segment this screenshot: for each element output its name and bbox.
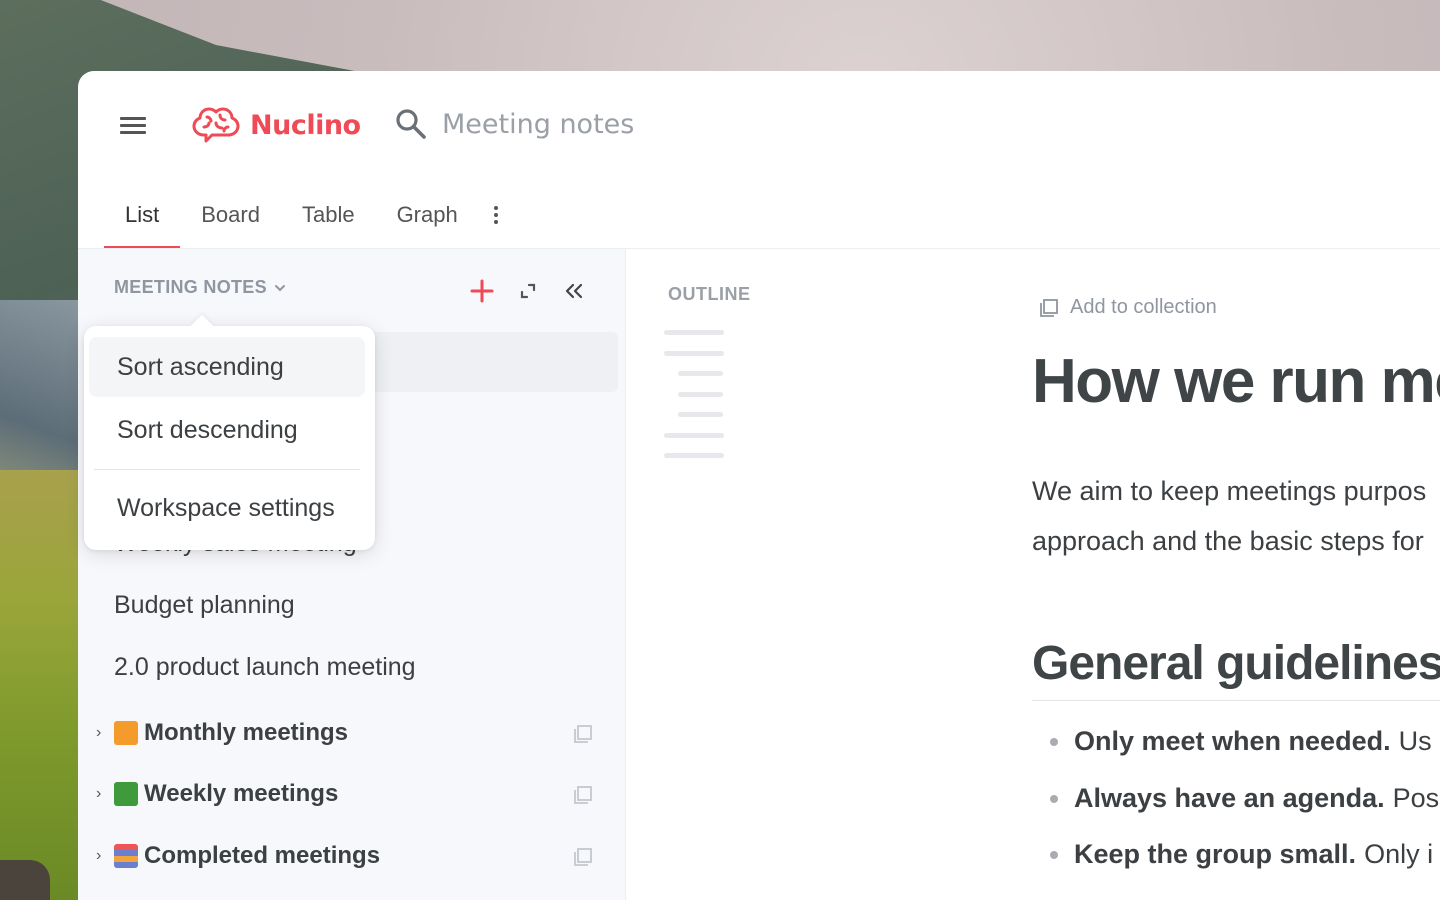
outline-line[interactable]: [678, 371, 723, 376]
sidebar-title-dropdown[interactable]: MEETING NOTES: [114, 277, 287, 298]
bullet-bold: Always have an agenda.: [1074, 783, 1385, 813]
collection-item[interactable]: › Monthly meetings: [96, 713, 606, 753]
orange-book-icon: [114, 721, 138, 745]
section-heading[interactable]: General guidelines: [1032, 636, 1440, 691]
collection-label: Weekly meetings: [144, 780, 339, 807]
plus-icon: [470, 279, 494, 303]
brain-icon: [192, 107, 240, 143]
logo-text: Nuclino: [250, 109, 361, 141]
chevron-right-icon[interactable]: ›: [96, 785, 112, 803]
outline-line[interactable]: [664, 453, 724, 458]
view-tabs: List Board Table Graph: [104, 181, 511, 249]
collection-label: Completed meetings: [144, 842, 381, 869]
list-item[interactable]: Budget planning: [114, 591, 295, 620]
add-to-collection-label: Add to collection: [1070, 296, 1217, 318]
outline-line[interactable]: [678, 412, 723, 417]
document: Add to collection How we run me We aim t…: [1032, 296, 1440, 869]
outline-line[interactable]: [664, 330, 724, 335]
expand-icon: [520, 283, 536, 299]
tab-graph[interactable]: Graph: [376, 181, 479, 249]
search-input[interactable]: [442, 108, 842, 140]
outline-lines: [664, 330, 724, 474]
outline-panel: OUTLINE: [664, 284, 751, 458]
chevron-right-icon[interactable]: ›: [96, 847, 112, 865]
bullet-text: Pos: [1392, 783, 1440, 813]
add-item-button[interactable]: [466, 275, 498, 307]
collection-label: Monthly meetings: [144, 719, 349, 746]
menu-item-sort-descending[interactable]: Sort descending: [89, 400, 365, 460]
tab-table[interactable]: Table: [281, 181, 376, 249]
bullet-bold: Keep the group small.: [1074, 839, 1357, 869]
list-item[interactable]: 2.0 product launch meeting: [114, 653, 416, 682]
sidebar-title: MEETING NOTES: [114, 277, 267, 297]
document-title[interactable]: How we run me: [1032, 346, 1440, 417]
bullet-item[interactable]: Only meet when needed. Us: [1050, 726, 1432, 757]
menu-divider: [94, 469, 360, 470]
collection-icon[interactable]: [572, 846, 594, 868]
tab-list[interactable]: List: [104, 181, 181, 249]
logo[interactable]: Nuclino: [190, 105, 361, 145]
bullet-dot: [1050, 737, 1058, 746]
menu-item-sort-ascending[interactable]: Sort ascending: [89, 337, 365, 397]
outline-title: OUTLINE: [668, 284, 751, 304]
intro-line: approach and the basic steps for: [1032, 526, 1424, 556]
more-vertical-icon[interactable]: [481, 181, 511, 249]
outline-line[interactable]: [664, 350, 724, 356]
top-bar: Nuclino: [78, 71, 1440, 181]
collection-icon[interactable]: [572, 784, 594, 806]
rock: [0, 860, 50, 900]
divider: [1032, 700, 1440, 701]
outline-line[interactable]: [678, 391, 723, 397]
green-book-icon: [114, 782, 138, 806]
bullet-item[interactable]: Always have an agenda. Pos: [1050, 783, 1439, 814]
menu-item-workspace-settings[interactable]: Workspace settings: [89, 478, 365, 538]
chevron-down-icon: [274, 284, 285, 291]
outline-line[interactable]: [664, 432, 724, 438]
double-chevron-left-icon: [565, 283, 583, 299]
bullet-item[interactable]: Keep the group small. Only i: [1050, 839, 1433, 870]
collapse-sidebar-button[interactable]: [558, 275, 590, 307]
document-intro[interactable]: We aim to keep meetings purpos approach …: [1032, 466, 1426, 566]
bullet-dot: [1050, 850, 1058, 859]
search-bar: [394, 107, 842, 141]
collection-icon[interactable]: [572, 723, 594, 745]
intro-line: We aim to keep meetings purpos: [1032, 476, 1427, 506]
bullet-bold: Only meet when needed.: [1074, 726, 1391, 756]
expand-button[interactable]: [512, 275, 544, 307]
bullet-text: Only i: [1364, 839, 1434, 869]
collection-item[interactable]: › Weekly meetings: [96, 774, 606, 814]
chevron-right-icon[interactable]: ›: [96, 724, 112, 742]
menu-icon[interactable]: [120, 117, 146, 137]
search-icon: [396, 109, 426, 139]
tab-board[interactable]: Board: [180, 181, 281, 249]
sort-dropdown-menu: Sort ascending Sort descending Workspace…: [84, 326, 375, 550]
sidebar-actions: [466, 275, 604, 307]
books-stack-icon: [114, 844, 138, 868]
collection-icon: [1040, 298, 1058, 317]
bullet-dot: [1050, 794, 1058, 803]
collection-item[interactable]: › Completed meetings: [96, 836, 606, 876]
add-to-collection-button[interactable]: Add to collection: [1038, 296, 1440, 319]
bullet-text: Us: [1398, 726, 1432, 756]
